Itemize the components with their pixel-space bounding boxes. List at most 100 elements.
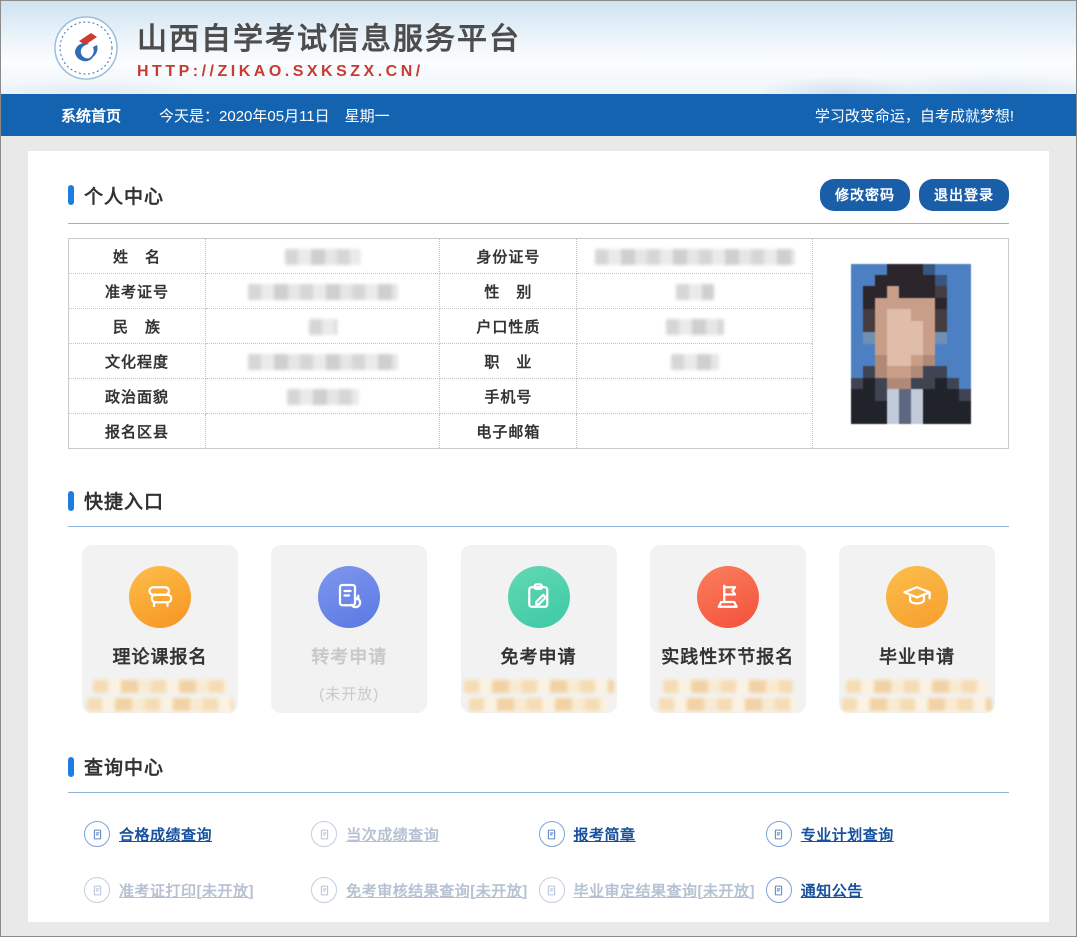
card-title: 实践性环节报名 [650,643,806,669]
field-value [205,344,440,379]
section-divider [68,792,1009,793]
field-value [577,239,813,274]
query-link[interactable]: 合格成绩查询 [84,821,311,847]
field-value [205,379,440,414]
query-link[interactable]: 报考简章 [539,821,766,847]
query-link-label: 报考简章 [574,824,636,845]
redacted-value [93,680,227,693]
logout-button[interactable]: 退出登录 [919,179,1009,211]
nav-slogan-text: 学习改变命运，自考成就梦想! [815,105,1014,126]
main-panel: 个人中心 修改密码 退出登录 姓 名身份证号准考证号性 别民 族户口性质文化程度… [28,151,1049,922]
card-subtitle: (未开放) [271,683,427,704]
profile-table-body: 姓 名身份证号准考证号性 别民 族户口性质文化程度职 业政治面貌手机号报名区县电… [69,239,1009,449]
query-center-section-title: 查询中心 [84,753,164,780]
field-value [205,309,440,344]
doc-icon [539,877,565,903]
field-label: 户口性质 [440,309,577,344]
doc-icon [311,821,337,847]
brand-block: 山西自学考试信息服务平台 HTTP://ZIKAO.SXKSZX.CN/ [137,14,521,81]
section-divider [68,223,1009,224]
field-label: 政治面貌 [69,379,206,414]
section-divider [68,526,1009,527]
query-link: 免考审核结果查询[未开放] [311,877,538,903]
redacted-value [248,354,398,370]
field-value [205,239,440,274]
field-label: 电子邮箱 [440,414,577,449]
doc-icon [766,877,792,903]
query-link: 准考证打印[未开放] [84,877,311,903]
site-title: 山西自学考试信息服务平台 [137,14,521,58]
redacted-value [285,249,361,265]
field-value [577,309,813,344]
quick-entry-section-header: 快捷入口 [68,487,1009,514]
table-row: 姓 名身份证号 [69,239,1009,274]
nav-item-home[interactable]: 系统首页 [61,105,121,126]
books-icon [129,566,191,628]
profile-section-header: 个人中心 修改密码 退出登录 [68,179,1009,211]
clipboard-pencil-icon [508,566,570,628]
redacted-value [309,319,337,335]
id-photo [851,264,971,424]
doc-icon [84,877,110,903]
field-value [577,414,813,449]
card-redacted-dates [650,680,806,711]
redacted-value [595,249,795,265]
field-value [577,344,813,379]
field-label: 身份证号 [440,239,577,274]
section-bar-icon [68,757,74,777]
query-center-section-header: 查询中心 [68,753,1009,780]
redacted-value [663,680,793,693]
site-logo-icon [53,15,119,81]
redacted-value [464,680,614,693]
field-label: 民 族 [69,309,206,344]
query-link-label: 毕业审定结果查询[未开放] [574,880,756,901]
card-title: 毕业申请 [839,643,995,669]
redacted-value [846,680,988,693]
quick-entry-card[interactable]: 理论课报名 [82,545,238,713]
card-title: 免考申请 [461,643,617,669]
field-label: 性 别 [440,274,577,309]
query-link[interactable]: 专业计划查询 [766,821,993,847]
query-link-label: 通知公告 [801,880,863,901]
nav-date-text: 今天是：2020年05月11日 星期一 [159,105,390,126]
graduation-cap-icon [886,566,948,628]
section-bar-icon [68,491,74,511]
redacted-value [248,284,398,300]
field-value [577,379,813,414]
field-label: 报名区县 [69,414,206,449]
redacted-value [842,698,992,711]
field-value [205,274,440,309]
site-url: HTTP://ZIKAO.SXKSZX.CN/ [137,63,521,81]
card-redacted-dates [461,680,617,711]
quick-entry-card[interactable]: 毕业申请 [839,545,995,713]
field-label: 手机号 [440,379,577,414]
quick-entry-card[interactable]: 实践性环节报名 [650,545,806,713]
quick-entry-card[interactable]: 免考申请 [461,545,617,713]
card-title: 转考申请 [271,643,427,669]
card-redacted-dates [839,680,995,711]
quick-entry-cards: 理论课报名转考申请 (未开放) 免考申请 实践性环节报名 毕业申请 [68,545,1009,713]
redacted-value [666,319,724,335]
query-link[interactable]: 通知公告 [766,877,993,903]
site-banner: 山西自学考试信息服务平台 HTTP://ZIKAO.SXKSZX.CN/ [1,1,1076,94]
field-label: 职 业 [440,344,577,379]
field-label: 文化程度 [69,344,206,379]
change-password-button[interactable]: 修改密码 [820,179,910,211]
main-navbar: 系统首页 今天是：2020年05月11日 星期一 学习改变命运，自考成就梦想! [1,94,1076,136]
query-link-label: 合格成绩查询 [119,824,212,845]
field-value [577,274,813,309]
redacted-value [671,354,719,370]
id-photo-cell [813,239,1009,449]
redacted-value [287,389,359,405]
redacted-value [676,284,714,300]
transfer-doc-icon [318,566,380,628]
query-link-label: 准考证打印[未开放] [119,880,254,901]
profile-table: 姓 名身份证号准考证号性 别民 族户口性质文化程度职 业政治面貌手机号报名区县电… [68,238,1009,449]
profile-section-title: 个人中心 [84,182,164,209]
query-link: 当次成绩查询 [311,821,538,847]
field-value [205,414,440,449]
flag-icon [697,566,759,628]
section-bar-icon [68,185,74,205]
redacted-value [659,698,797,711]
query-link-label: 专业计划查询 [801,824,894,845]
